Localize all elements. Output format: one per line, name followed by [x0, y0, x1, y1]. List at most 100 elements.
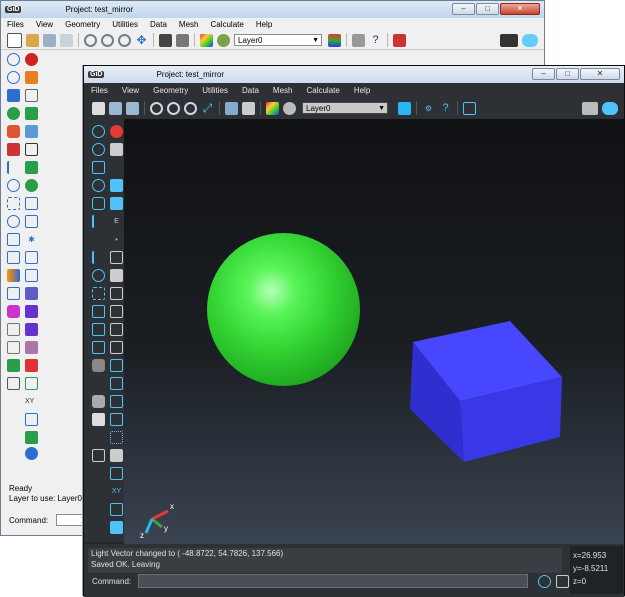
list-icon[interactable] — [92, 449, 105, 462]
layer-combo[interactable]: Layer0 ▼ — [302, 102, 388, 114]
minimize-button[interactable]: – — [532, 68, 555, 80]
volume-icon[interactable] — [92, 197, 105, 210]
delete-icon[interactable] — [25, 359, 38, 372]
mesh-surface-icon[interactable] — [110, 341, 123, 354]
edit-icon[interactable] — [110, 143, 123, 156]
render-icon[interactable] — [266, 101, 279, 115]
zoom-in-icon[interactable] — [7, 53, 20, 66]
scale-icon[interactable] — [25, 341, 38, 354]
polyline2-icon[interactable] — [25, 197, 38, 210]
zoom-in-icon[interactable] — [92, 125, 105, 138]
redraw-icon[interactable] — [25, 89, 38, 102]
line-icon[interactable] — [92, 215, 107, 228]
menu-view[interactable]: View — [30, 20, 59, 29]
boolean-icon[interactable] — [7, 359, 20, 372]
menu-data[interactable]: Data — [144, 20, 173, 29]
rotate-center-icon[interactable] — [101, 33, 114, 47]
command-history-icon[interactable] — [538, 575, 551, 588]
menu-geometry[interactable]: Geometry — [59, 20, 106, 29]
layers-icon[interactable] — [328, 33, 341, 47]
toggle-icon[interactable] — [602, 101, 618, 115]
menu-data[interactable]: Data — [235, 86, 266, 95]
recycle-icon[interactable] — [7, 107, 20, 120]
open-folder-icon[interactable] — [109, 101, 122, 115]
mirror-icon[interactable] — [7, 341, 20, 354]
coons-icon[interactable] — [110, 323, 123, 336]
cube-icon[interactable] — [25, 269, 38, 282]
camera-icon[interactable] — [159, 33, 172, 47]
print-icon[interactable] — [242, 101, 255, 115]
surface2-icon[interactable] — [110, 305, 123, 318]
torus-icon[interactable] — [25, 305, 38, 318]
menu-calculate[interactable]: Calculate — [299, 86, 346, 95]
layer-combo[interactable]: Layer0 ▼ — [234, 34, 322, 46]
save-icon[interactable] — [126, 101, 139, 115]
arc-icon[interactable] — [92, 269, 105, 282]
front-titlebar[interactable]: GiD Project: test_mirror – □ ✕ — [84, 66, 624, 83]
minimize-button[interactable]: – — [452, 3, 475, 15]
polyline-icon[interactable] — [25, 161, 38, 174]
polyline-icon[interactable] — [110, 251, 123, 264]
record-icon[interactable] — [110, 125, 123, 138]
arc-icon[interactable] — [7, 179, 20, 192]
entity-icon[interactable]: E — [110, 215, 123, 228]
layers-icon[interactable] — [398, 101, 411, 115]
volume-icon[interactable] — [7, 125, 20, 138]
new-file-icon[interactable] — [92, 101, 105, 115]
render-icon[interactable] — [200, 33, 213, 47]
coons-icon[interactable] — [7, 251, 20, 264]
menu-geometry[interactable]: Geometry — [146, 86, 195, 95]
move-icon[interactable] — [92, 413, 105, 426]
copy-icon[interactable] — [110, 395, 123, 408]
move-icon[interactable] — [25, 323, 38, 336]
spline-icon[interactable] — [7, 197, 20, 210]
line-draw-icon[interactable] — [92, 251, 107, 264]
help-icon[interactable]: ? — [369, 34, 382, 47]
scale-icon[interactable] — [110, 431, 123, 444]
menu-files[interactable]: Files — [84, 86, 115, 95]
close-button[interactable]: ✕ — [500, 3, 540, 15]
command-input[interactable] — [56, 514, 84, 526]
layer-toggle-icon[interactable] — [217, 33, 230, 47]
settings-icon[interactable] — [352, 33, 365, 47]
entity-icon[interactable] — [25, 143, 38, 156]
layer-icon[interactable] — [25, 125, 38, 138]
frame-icon[interactable] — [92, 161, 105, 174]
line-icon[interactable] — [7, 143, 20, 156]
record-icon[interactable] — [25, 53, 38, 66]
contact-icon[interactable] — [92, 323, 105, 336]
surface-icon[interactable] — [25, 107, 38, 120]
info-icon[interactable] — [25, 447, 38, 460]
command-input[interactable] — [138, 574, 528, 588]
diamond-icon[interactable] — [25, 431, 38, 444]
grid-icon[interactable] — [556, 575, 569, 588]
graphics-viewport[interactable]: x y z — [124, 119, 624, 544]
menu-help[interactable]: Help — [347, 86, 377, 95]
spline-icon[interactable] — [92, 287, 105, 300]
copy-icon[interactable] — [7, 323, 20, 336]
edit-icon[interactable] — [25, 71, 38, 84]
menu-help[interactable]: Help — [250, 20, 278, 29]
menu-utilities[interactable]: Utilities — [195, 86, 235, 95]
node-icon[interactable]: • — [110, 233, 123, 246]
mirror-icon[interactable] — [110, 413, 123, 426]
maximize-button[interactable]: □ — [476, 3, 499, 15]
back-titlebar[interactable]: GiD Project: test_mirror – □ ✕ — [1, 1, 544, 18]
measure-icon[interactable] — [110, 467, 123, 480]
list-icon[interactable] — [7, 377, 20, 390]
torus-icon[interactable] — [92, 395, 105, 408]
sweep-icon[interactable] — [110, 359, 123, 372]
delete-icon[interactable] — [110, 449, 123, 462]
circle-icon[interactable] — [7, 215, 20, 228]
quit-icon[interactable] — [463, 101, 476, 115]
prism-icon[interactable] — [7, 269, 20, 282]
menu-view[interactable]: View — [115, 86, 146, 95]
view-rotate-icon[interactable] — [167, 101, 180, 115]
cylinder-icon[interactable] — [92, 359, 105, 372]
zoom-icon[interactable] — [184, 101, 197, 115]
xy-icon[interactable]: XY — [110, 485, 123, 498]
sweep-icon[interactable] — [7, 287, 20, 300]
frame-icon[interactable] — [7, 89, 20, 102]
print-icon[interactable] — [60, 33, 73, 47]
nurbs-icon[interactable] — [25, 179, 38, 192]
